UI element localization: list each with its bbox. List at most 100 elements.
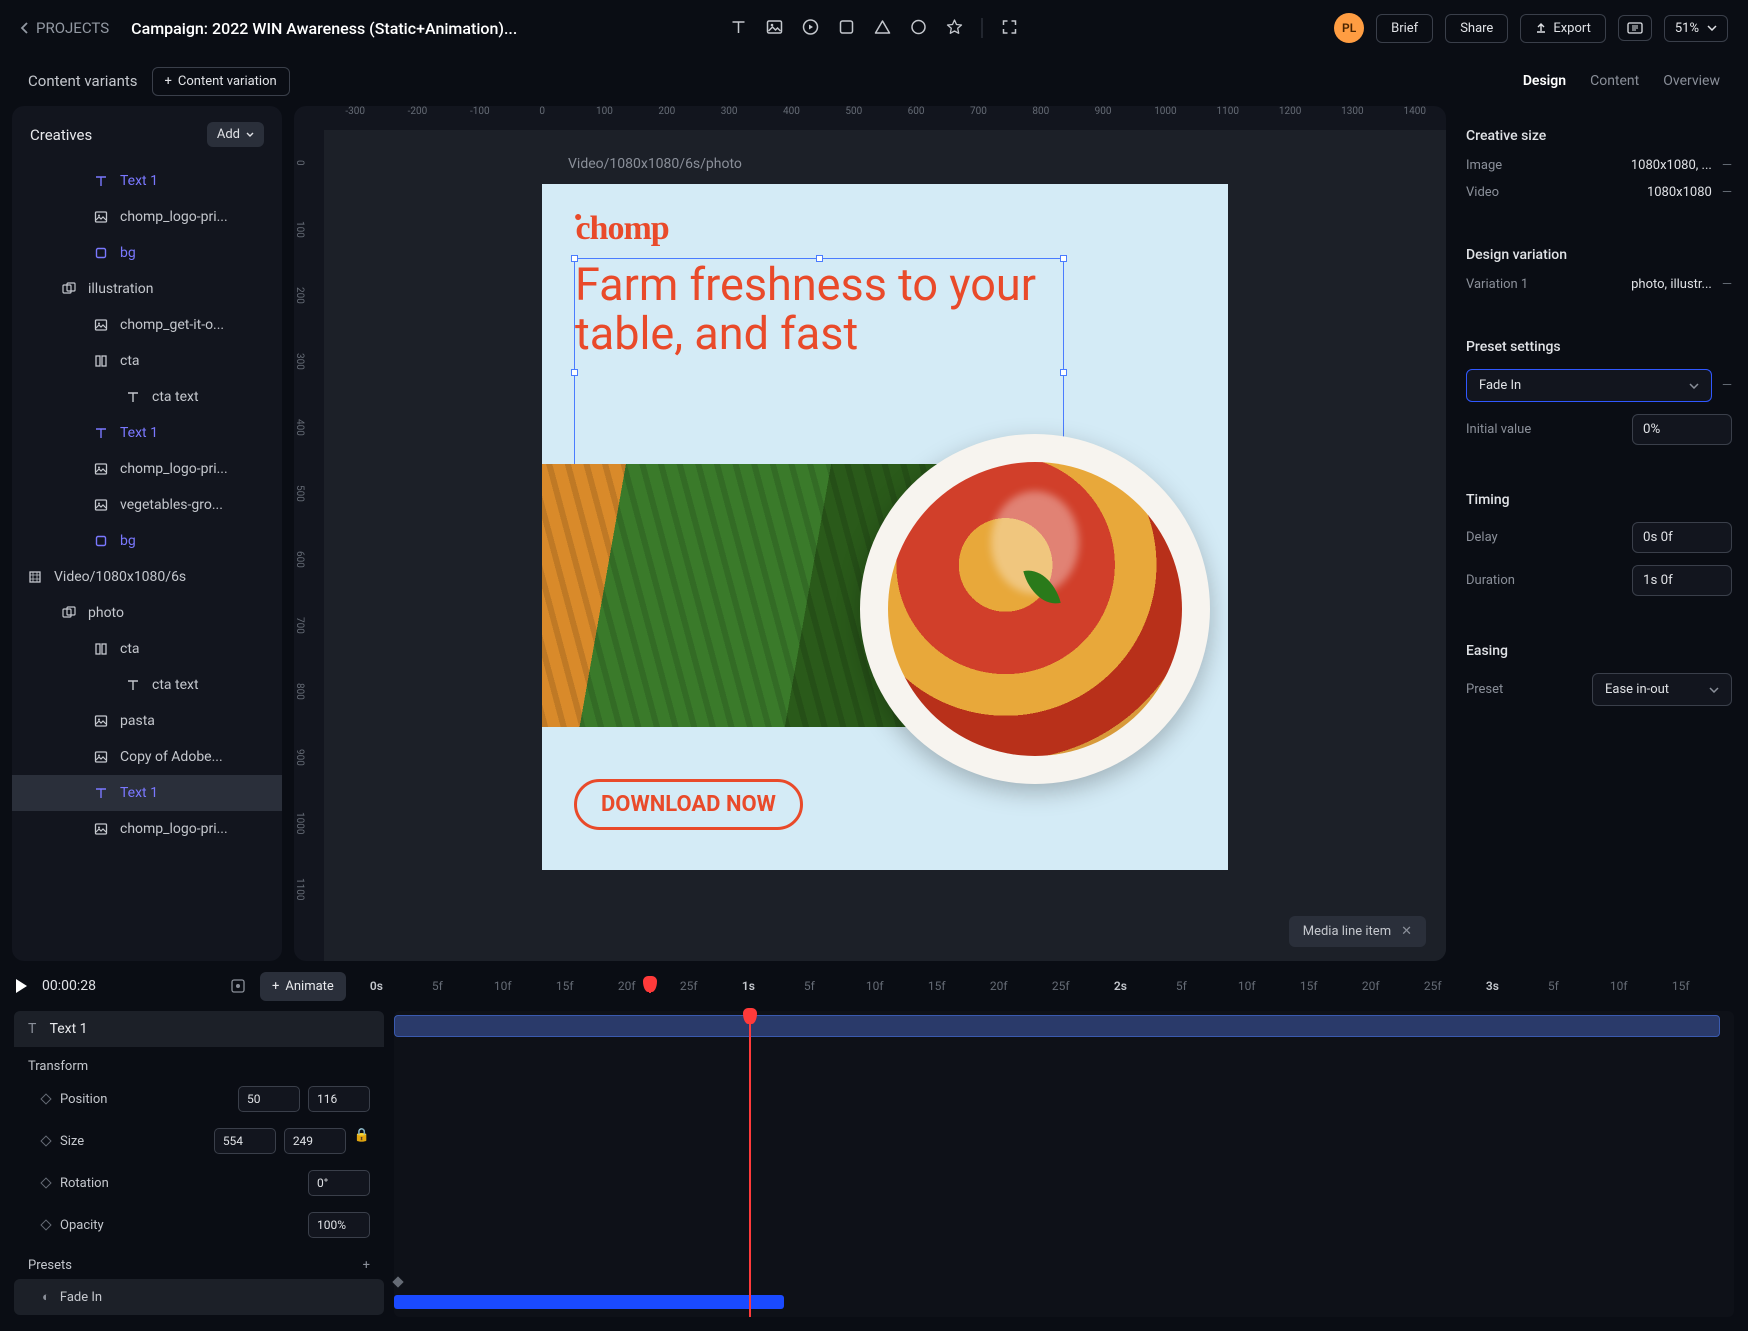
layer-icon [92, 460, 110, 478]
layer-row[interactable]: Text 1 [12, 415, 282, 451]
properties-panel: Creative size Image1080x1080, ...— Video… [1458, 106, 1748, 961]
resize-handle[interactable] [1060, 369, 1067, 376]
position-property: Position [14, 1078, 384, 1120]
canvas[interactable]: -300-200-1000100200300400500600700800900… [294, 106, 1446, 961]
layer-icon [92, 424, 110, 442]
rect-tool-icon[interactable] [838, 18, 856, 38]
layer-label: illustration [88, 281, 154, 297]
layer-row[interactable]: Text 1 [12, 775, 282, 811]
layer-row[interactable]: cta text [12, 379, 282, 415]
keyframe-icon[interactable] [40, 1177, 51, 1188]
ruler-horizontal: -300-200-1000100200300400500600700800900… [324, 106, 1446, 130]
layer-row[interactable]: Video/1080x1080/6s [12, 559, 282, 595]
duration-label: Duration [1466, 573, 1515, 588]
tab-design[interactable]: Design [1523, 73, 1566, 89]
play-button[interactable] [14, 978, 28, 994]
pos-y-input[interactable] [308, 1086, 370, 1112]
tab-content[interactable]: Content [1590, 73, 1639, 89]
timeline-ruler[interactable]: 0s5f10f15f20f25f1s5f10f15f20f25f2s5f10f1… [370, 979, 1734, 993]
layer-icon [124, 676, 142, 694]
image-tool-icon[interactable] [766, 18, 784, 38]
layer-duration-track[interactable] [394, 1015, 1720, 1037]
resize-handle[interactable] [816, 255, 823, 262]
add-preset-button[interactable]: + [363, 1258, 370, 1273]
artboard[interactable]: chomp Farm freshness to your table, and … [542, 184, 1228, 870]
keyframe-icon[interactable] [40, 1135, 51, 1146]
star-tool-icon[interactable] [946, 18, 964, 38]
layer-row[interactable]: Copy of Adobe... [12, 739, 282, 775]
opacity-input[interactable] [308, 1212, 370, 1238]
preset-fadein-row[interactable]: ◐ Fade In [14, 1279, 384, 1315]
layer-label: chomp_logo-pri... [120, 461, 228, 477]
remove-icon[interactable]: — [1722, 158, 1732, 173]
layer-row[interactable]: Text 1 [12, 163, 282, 199]
video-size-value: 1080x1080 [1647, 185, 1712, 200]
text-tool-icon[interactable] [730, 18, 748, 38]
preset-settings-title: Preset settings [1466, 339, 1732, 355]
pos-x-input[interactable] [238, 1086, 300, 1112]
size-w-input[interactable] [214, 1128, 276, 1154]
resize-handle[interactable] [1060, 255, 1067, 262]
share-button[interactable]: Share [1445, 14, 1508, 43]
delay-input[interactable] [1632, 522, 1732, 553]
plus-icon: + [165, 74, 172, 89]
fadein-track[interactable] [394, 1295, 784, 1309]
tab-overview[interactable]: Overview [1663, 73, 1720, 89]
easing-select[interactable]: Ease in-out [1592, 673, 1732, 706]
fullscreen-icon[interactable] [1001, 18, 1019, 38]
initial-value-input[interactable] [1632, 414, 1732, 445]
size-h-input[interactable] [284, 1128, 346, 1154]
add-creative-button[interactable]: Add [207, 122, 264, 147]
layer-icon [124, 388, 142, 406]
remove-icon[interactable]: — [1722, 277, 1732, 292]
keyframe-icon[interactable] [40, 1093, 51, 1104]
add-content-variation-button[interactable]: + Content variation [152, 67, 290, 96]
presets-label: Presets [28, 1258, 72, 1273]
timeline-layer-name[interactable]: T Text 1 [14, 1011, 384, 1047]
chevron-down-icon [1689, 383, 1699, 389]
rotation-input[interactable] [308, 1170, 370, 1196]
easing-title: Easing [1466, 643, 1732, 659]
remove-icon[interactable]: — [1722, 185, 1732, 200]
layer-row[interactable]: chomp_logo-pri... [12, 451, 282, 487]
preset-select[interactable]: Fade In [1466, 369, 1712, 402]
layer-row[interactable]: cta [12, 631, 282, 667]
back-to-projects[interactable]: PROJECTS [20, 19, 109, 37]
duration-input[interactable] [1632, 565, 1732, 596]
close-icon[interactable]: ✕ [1401, 924, 1412, 939]
playhead[interactable] [649, 979, 651, 993]
playhead[interactable] [749, 1011, 751, 1317]
media-line-item-pill[interactable]: Media line item ✕ [1289, 916, 1426, 947]
keyframe-icon[interactable] [40, 1219, 51, 1230]
layer-row[interactable]: chomp_logo-pri... [12, 199, 282, 235]
remove-icon[interactable]: — [1722, 378, 1732, 393]
video-tool-icon[interactable] [802, 18, 820, 38]
layers-sidebar: Creatives Add Text 1chomp_logo-pri...bgi… [12, 106, 282, 961]
layer-row[interactable]: chomp_get-it-o... [12, 307, 282, 343]
resize-view-button[interactable] [1618, 15, 1652, 41]
circle-tool-icon[interactable] [910, 18, 928, 38]
layer-row[interactable]: bg [12, 523, 282, 559]
layer-row[interactable]: pasta [12, 703, 282, 739]
keyframe-icon[interactable] [392, 1276, 403, 1287]
zoom-control[interactable]: 51% [1664, 15, 1728, 42]
avatar[interactable]: PL [1334, 13, 1364, 43]
layer-row[interactable]: cta text [12, 667, 282, 703]
export-button[interactable]: Export [1520, 14, 1606, 43]
layer-row[interactable]: illustration [12, 271, 282, 307]
triangle-tool-icon[interactable] [874, 18, 892, 38]
variation-value: photo, illustr... [1631, 277, 1712, 292]
animate-button[interactable]: + Animate [260, 972, 346, 1001]
layer-row[interactable]: chomp_logo-pri... [12, 811, 282, 847]
lock-icon[interactable]: 🔒 [354, 1128, 370, 1154]
brief-button[interactable]: Brief [1376, 14, 1433, 43]
layer-row[interactable]: cta [12, 343, 282, 379]
layer-row[interactable]: vegetables-gro... [12, 487, 282, 523]
resize-handle[interactable] [571, 255, 578, 262]
timeline-tracks[interactable] [394, 1011, 1734, 1317]
resize-handle[interactable] [571, 369, 578, 376]
layer-row[interactable]: bg [12, 235, 282, 271]
variation-label: Variation 1 [1466, 277, 1528, 292]
focus-icon[interactable] [230, 978, 246, 994]
layer-row[interactable]: photo [12, 595, 282, 631]
